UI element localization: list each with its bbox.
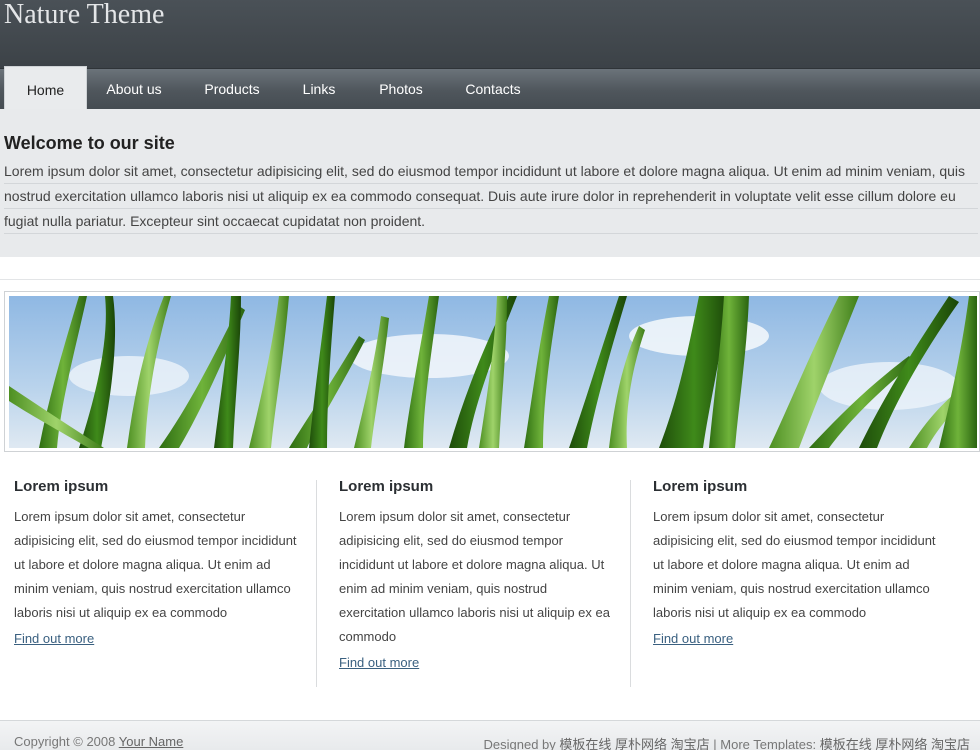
site-header: Nature Theme <box>0 0 980 68</box>
nav-item-links[interactable]: Links <box>286 69 352 110</box>
find-out-more-link[interactable]: Find out more <box>653 631 943 646</box>
nav-item-home[interactable]: Home <box>4 66 87 110</box>
divider <box>0 279 980 280</box>
column-title: Lorem ipsum <box>14 478 109 495</box>
footer-separator: | <box>713 737 717 750</box>
nav-item-photos[interactable]: Photos <box>364 69 438 110</box>
designed-by-text: Designed by <box>483 737 556 750</box>
grass-banner-image <box>9 296 977 448</box>
column-divider <box>630 480 631 687</box>
more-templates-link[interactable]: 模板在线 厚朴网络 淘宝店 <box>820 737 970 750</box>
column-text: Lorem ipsum dolor sit amet, consectetur … <box>14 509 297 620</box>
site-footer: Copyright © 2008 Your Name Designed by 模… <box>0 720 980 750</box>
designer-link[interactable]: 模板在线 厚朴网络 淘宝店 <box>559 737 709 750</box>
column-text: Lorem ipsum dolor sit amet, consectetur … <box>653 509 936 620</box>
nav-item-products[interactable]: Products <box>190 69 274 110</box>
welcome-text: Lorem ipsum dolor sit amet, consectetur … <box>4 159 978 234</box>
credits: Designed by 模板在线 厚朴网络 淘宝店 | More Templat… <box>484 734 971 750</box>
copyright: Copyright © 2008 Your Name <box>14 734 183 749</box>
copyright-text: Copyright © 2008 <box>14 734 116 749</box>
find-out-more-link[interactable]: Find out more <box>339 655 611 670</box>
nav-item-about-us[interactable]: About us <box>92 69 176 110</box>
banner-frame <box>4 291 980 452</box>
column-text: Lorem ipsum dolor sit amet, consectetur … <box>339 509 610 644</box>
feature-column-2: Lorem ipsum Lorem ipsum dolor sit amet, … <box>339 478 611 670</box>
column-divider <box>316 480 317 687</box>
feature-column-1: Lorem ipsum Lorem ipsum dolor sit amet, … <box>14 478 299 646</box>
author-link[interactable]: Your Name <box>119 734 184 749</box>
column-title: Lorem ipsum <box>339 478 434 495</box>
more-templates-text: More Templates: <box>720 737 817 750</box>
welcome-section: Welcome to our site Lorem ipsum dolor si… <box>0 109 980 257</box>
column-title: Lorem ipsum <box>653 478 748 495</box>
feature-column-3: Lorem ipsum Lorem ipsum dolor sit amet, … <box>653 478 943 646</box>
find-out-more-link[interactable]: Find out more <box>14 631 299 646</box>
welcome-title: Welcome to our site <box>4 133 175 153</box>
main-nav: Home About us Products Links Photos Cont… <box>0 66 980 110</box>
site-title[interactable]: Nature Theme <box>4 0 164 30</box>
nav-item-contacts[interactable]: Contacts <box>452 69 534 110</box>
